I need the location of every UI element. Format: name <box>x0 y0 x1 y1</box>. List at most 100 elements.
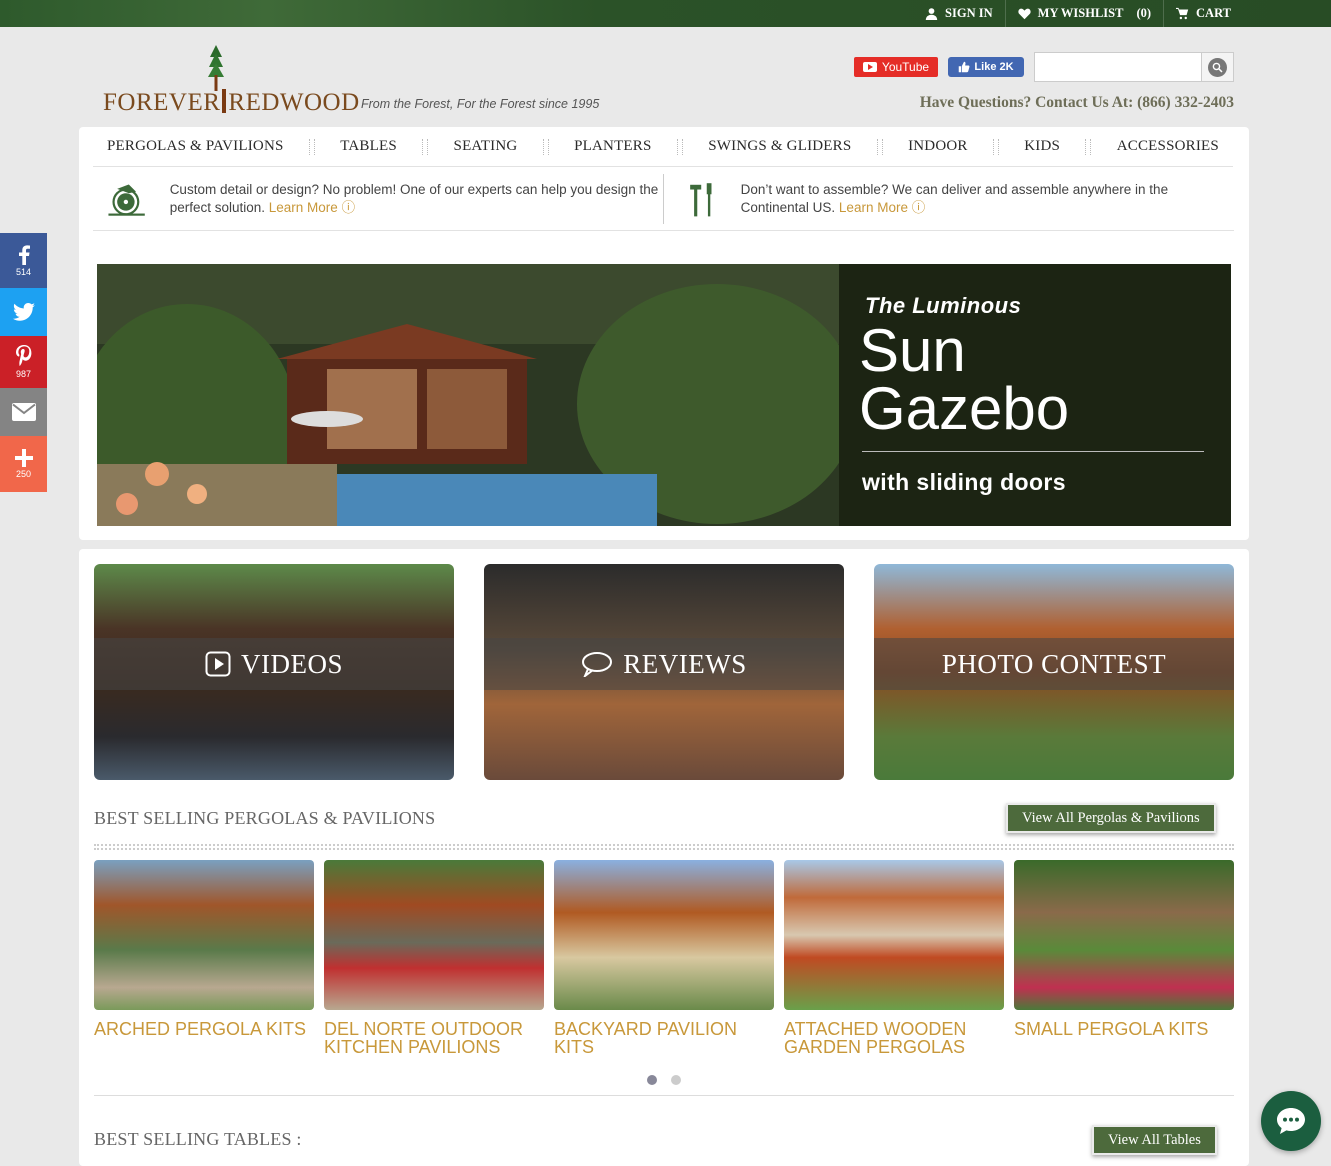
hero-title-line2: Gazebo <box>859 375 1070 442</box>
product-image[interactable] <box>784 860 1004 1010</box>
nav-item-indoor[interactable]: INDOOR <box>908 138 968 155</box>
search-input[interactable] <box>1035 53 1201 81</box>
nav-item-kids[interactable]: KIDS <box>1024 138 1060 155</box>
share-twitter-button[interactable] <box>0 288 47 336</box>
custom-design-text: Custom detail or design? No problem! One… <box>170 181 662 217</box>
product-card[interactable]: ATTACHED WOODEN GARDEN PERGOLAS <box>784 860 1004 1056</box>
nav-item-tables[interactable]: TABLES <box>340 138 397 155</box>
main-panel: PERGOLAS & PAVILIONS TABLES SEATING PLAN… <box>79 127 1249 540</box>
photo-contest-tile[interactable]: PHOTO CONTEST <box>874 564 1234 780</box>
contact-phone[interactable]: Have Questions? Contact Us At: (866) 332… <box>920 94 1234 112</box>
youtube-button[interactable]: YouTube <box>854 57 938 77</box>
youtube-label: YouTube <box>881 60 930 74</box>
nav-separator <box>422 138 429 155</box>
nav-item-swings[interactable]: SWINGS & GLIDERS <box>708 138 851 155</box>
nav-item-seating[interactable]: SEATING <box>454 138 518 155</box>
facebook-like-button[interactable]: Like 2K <box>948 57 1024 77</box>
product-image[interactable] <box>324 860 544 1010</box>
carousel-dot-1[interactable] <box>647 1075 657 1085</box>
view-all-pergolas-button[interactable]: View All Pergolas & Pavilions <box>1006 803 1216 833</box>
cart-label: CART <box>1196 6 1231 20</box>
logo-forever: FOREVER <box>103 89 221 116</box>
nav-item-pergolas[interactable]: PERGOLAS & PAVILIONS <box>107 138 284 155</box>
chat-widget-button[interactable] <box>1261 1091 1321 1151</box>
product-image[interactable] <box>94 860 314 1010</box>
videos-tile[interactable]: VIDEOS <box>94 564 454 780</box>
product-card[interactable]: BACKYARD PAVILION KITS <box>554 860 774 1056</box>
wishlist-count: (0) <box>1136 6 1152 20</box>
videos-label: VIDEOS <box>241 648 343 679</box>
hero-kicker: The Luminous <box>865 293 1022 318</box>
main-nav: PERGOLAS & PAVILIONS TABLES SEATING PLAN… <box>93 127 1233 167</box>
hero-divider <box>862 451 1204 452</box>
hero-banner[interactable]: The Luminous Sun Gazebo with sliding doo… <box>97 264 1231 526</box>
tools-icon <box>690 183 712 217</box>
product-image[interactable] <box>554 860 774 1010</box>
account-links: SIGN IN MY WISHLIST (0) CART <box>913 0 1243 27</box>
cart-link[interactable]: CART <box>1163 0 1243 27</box>
reviews-tile-bar: REVIEWS <box>484 638 844 690</box>
gazebo-photo <box>97 264 839 526</box>
assembly-text: Don’t want to assemble? We can deliver a… <box>741 181 1227 217</box>
wishlist-link[interactable]: MY WISHLIST (0) <box>1004 0 1163 27</box>
nav-separator <box>992 138 999 155</box>
site-header: FOREVER REDWOOD From the Forest, For the … <box>79 27 1249 127</box>
play-icon <box>205 651 231 677</box>
search-icon <box>1208 57 1227 77</box>
product-card[interactable]: SMALL PERGOLA KITS <box>1014 860 1234 1038</box>
share-pinterest-button[interactable]: 987 <box>0 336 47 388</box>
facebook-share-count: 514 <box>15 266 32 277</box>
logo-trunk <box>222 89 227 113</box>
help-circle-icon: ⓘ <box>341 200 356 215</box>
product-card[interactable]: DEL NORTE OUTDOOR KITCHEN PAVILIONS <box>324 860 544 1056</box>
facebook-icon <box>18 244 30 265</box>
site-logo[interactable]: FOREVER REDWOOD <box>103 45 360 117</box>
share-more-button[interactable]: 250 <box>0 436 47 492</box>
wishlist-label: MY WISHLIST <box>1037 6 1124 20</box>
hero-subtitle: with sliding doors <box>862 469 1066 495</box>
carousel-dot-2[interactable] <box>671 1075 681 1085</box>
product-image[interactable] <box>1014 860 1234 1010</box>
promo-divider <box>663 174 664 224</box>
redwood-tree-icon <box>208 45 224 91</box>
custom-design-message: Custom detail or design? No problem! One… <box>169 182 659 215</box>
share-facebook-button[interactable]: 514 <box>0 233 47 288</box>
reviews-tile[interactable]: REVIEWS <box>484 564 844 780</box>
section-dotted-divider <box>94 844 1234 850</box>
section-divider <box>94 1095 1234 1096</box>
nav-separator <box>876 138 883 155</box>
product-name[interactable]: ATTACHED WOODEN GARDEN PERGOLAS <box>784 1020 1004 1056</box>
twitter-icon <box>12 303 35 321</box>
sign-in-link[interactable]: SIGN IN <box>913 0 1005 27</box>
search-button[interactable] <box>1201 53 1233 81</box>
nav-separator <box>1085 138 1092 155</box>
search-box <box>1034 52 1234 82</box>
speech-bubble-icon <box>582 652 613 677</box>
nav-item-accessories[interactable]: ACCESSORIES <box>1117 138 1219 155</box>
sign-in-label: SIGN IN <box>945 6 993 20</box>
product-name[interactable]: ARCHED PERGOLA KITS <box>94 1020 314 1038</box>
nav-item-planters[interactable]: PLANTERS <box>574 138 651 155</box>
more-share-count: 250 <box>15 469 32 479</box>
thumbs-up-icon <box>959 61 970 73</box>
product-card[interactable]: ARCHED PERGOLA KITS <box>94 860 314 1038</box>
pinterest-share-count: 987 <box>15 369 32 379</box>
share-email-button[interactable] <box>0 388 47 436</box>
social-share-bar: 514 987 250 <box>0 233 47 492</box>
product-name[interactable]: SMALL PERGOLA KITS <box>1014 1020 1234 1038</box>
learn-more-link[interactable]: Learn More <box>269 200 338 215</box>
hero-title: Sun Gazebo <box>859 321 1070 442</box>
plus-icon <box>14 449 33 467</box>
content-panel: VIDEOS REVIEWS PHOTO CONTEST BEST SELLIN… <box>79 549 1249 1166</box>
carousel-pagination <box>647 1075 681 1085</box>
assembly-promo: Don’t want to assemble? We can deliver a… <box>687 168 1227 230</box>
logo-redwood: REDWOOD <box>228 89 360 116</box>
pinterest-icon <box>15 345 31 366</box>
user-icon <box>925 8 938 20</box>
learn-more-link[interactable]: Learn More <box>839 200 908 215</box>
product-name[interactable]: BACKYARD PAVILION KITS <box>554 1020 774 1056</box>
product-name[interactable]: DEL NORTE OUTDOOR KITCHEN PAVILIONS <box>324 1020 544 1056</box>
assembly-message: Don’t want to assemble? We can deliver a… <box>740 182 1169 215</box>
reviews-label: REVIEWS <box>623 648 747 679</box>
view-all-tables-button[interactable]: View All Tables <box>1092 1125 1217 1155</box>
